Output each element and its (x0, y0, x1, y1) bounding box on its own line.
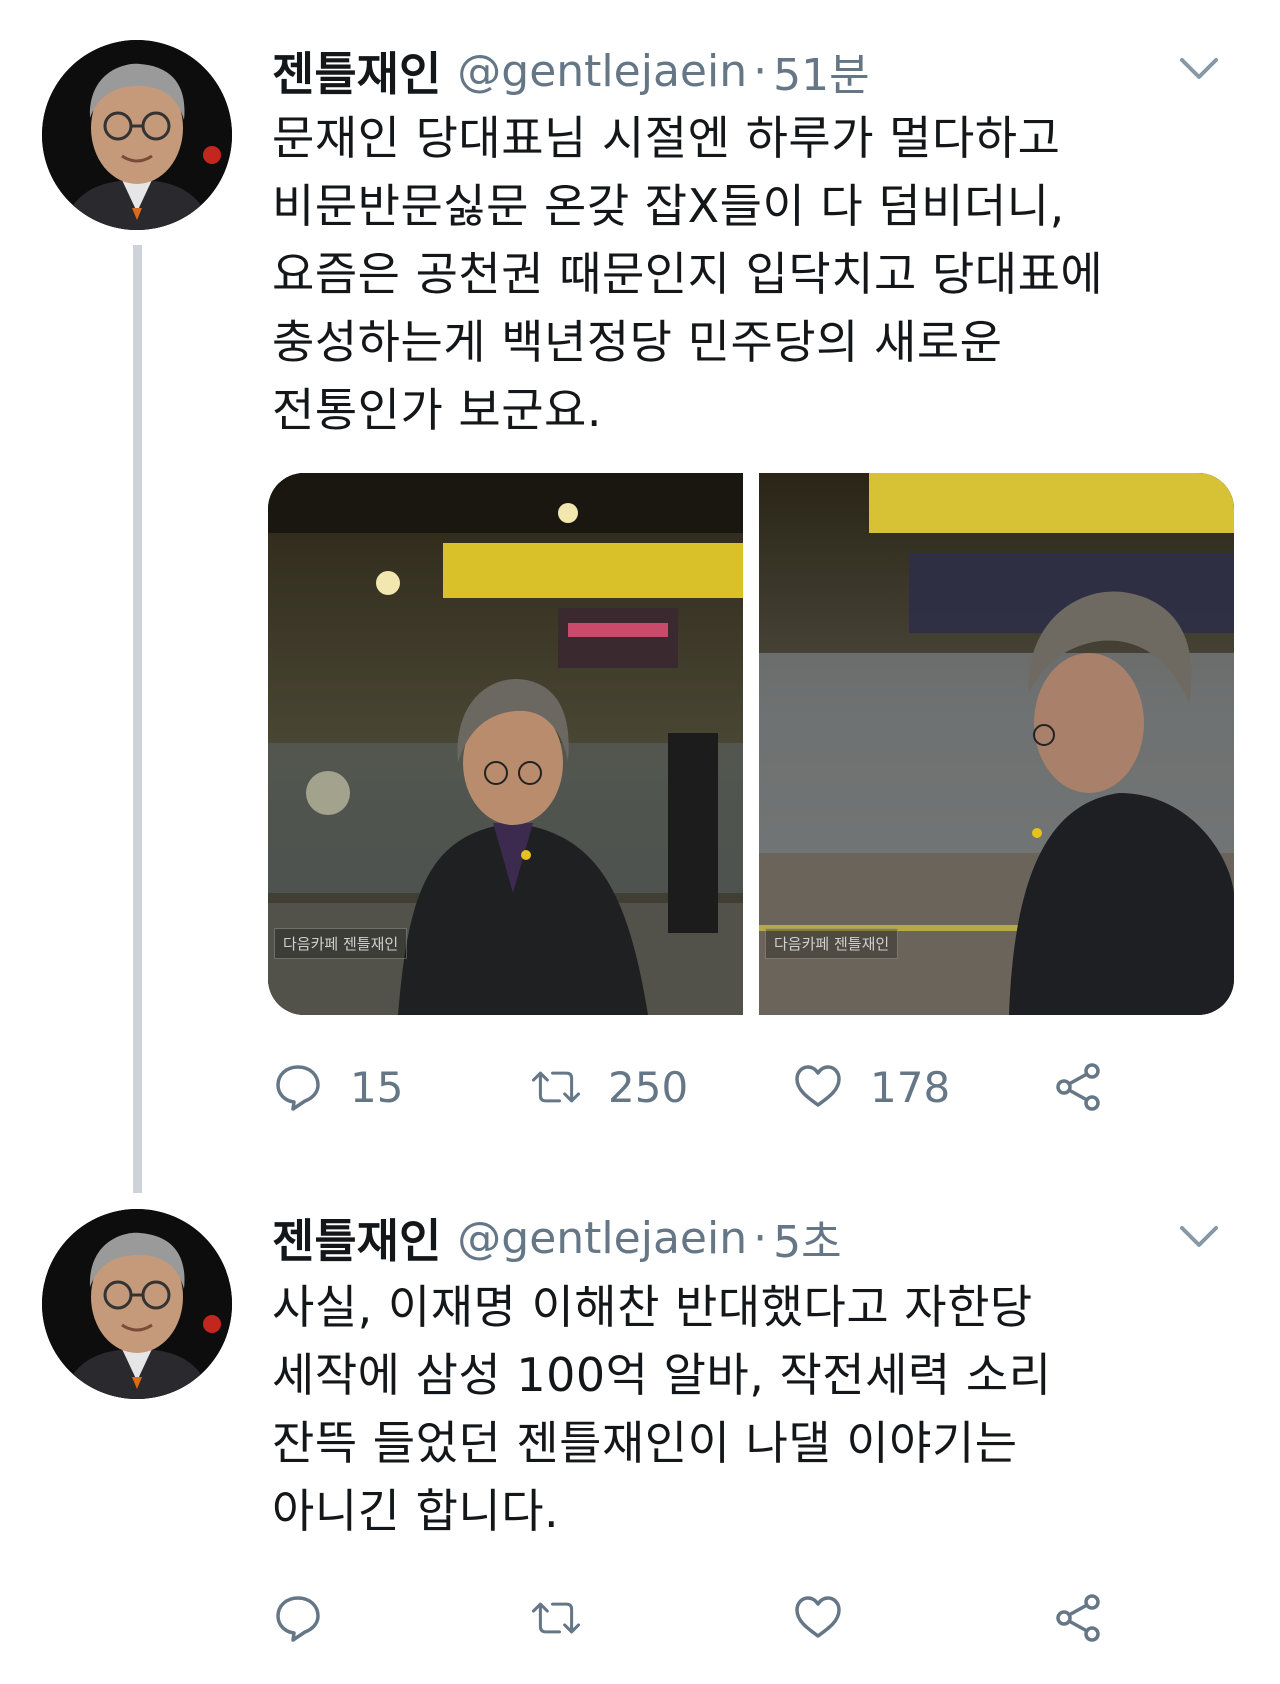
chevron-down-icon[interactable] (1178, 1222, 1220, 1252)
heart-icon (795, 1065, 841, 1107)
tweet[interactable]: 젠틀재인 @gentlejaein · 5초 사실, 이재명 이해찬 반대했다고 자한… (0, 1185, 1280, 1684)
like-button[interactable] (792, 1588, 870, 1648)
display-name[interactable]: 젠틀재인 (272, 1214, 441, 1268)
share-icon (1056, 1063, 1100, 1111)
share-button[interactable] (1052, 1057, 1104, 1117)
chevron-down-icon[interactable] (1178, 54, 1220, 84)
heart-icon (795, 1596, 841, 1638)
timestamp[interactable]: 5초 (773, 1217, 841, 1268)
reply-icon (276, 1065, 320, 1111)
separator-dot: · (753, 1212, 768, 1264)
tweet-actions (272, 1588, 1132, 1648)
retweet-icon (531, 1071, 581, 1103)
display-name[interactable]: 젠틀재인 (272, 47, 441, 101)
tweet-header: 젠틀재인 @gentlejaein · 5초 (272, 1205, 842, 1269)
avatar[interactable] (42, 40, 232, 230)
avatar[interactable] (42, 1209, 232, 1399)
like-button[interactable]: 178 (792, 1057, 950, 1117)
user-handle[interactable]: @gentlejaein (457, 46, 747, 97)
retweet-icon (531, 1602, 581, 1634)
tweet-header: 젠틀재인 @gentlejaein · 51분 (272, 38, 870, 102)
retweet-button[interactable]: 250 (530, 1057, 688, 1117)
share-icon (1056, 1594, 1100, 1642)
retweet-button[interactable] (530, 1588, 608, 1648)
thread-line (133, 245, 142, 1193)
timestamp[interactable]: 51분 (773, 50, 869, 101)
tweet-photo[interactable]: 다음카페 젠틀재인 (759, 473, 1234, 1015)
retweet-count: 250 (608, 1062, 689, 1112)
avatar-image (42, 40, 232, 230)
reply-button[interactable]: 15 (272, 1057, 403, 1117)
user-handle[interactable]: @gentlejaein (457, 1213, 747, 1264)
tweet-actions: 15 250 178 (272, 1057, 1132, 1117)
share-button[interactable] (1052, 1588, 1104, 1648)
tweet-photo[interactable]: 다음카페 젠틀재인 (268, 473, 743, 1015)
reply-count: 15 (350, 1062, 404, 1112)
photo-watermark: 다음카페 젠틀재인 (274, 928, 408, 959)
tweet[interactable]: 젠틀재인 @gentlejaein · 51분 문재인 당대표님 시절엔 하루가 멀다… (0, 0, 1280, 1193)
like-count: 178 (870, 1062, 951, 1112)
tweet-text: 사실, 이재명 이해찬 반대했다고 자한당 세작에 삼성 100억 알바, 작전… (272, 1280, 1052, 1538)
avatar-image (42, 1209, 232, 1399)
reply-button[interactable] (272, 1588, 350, 1648)
reply-icon (276, 1596, 320, 1642)
separator-dot: · (753, 45, 768, 97)
media-grid: 다음카페 젠틀재인 다음카페 젠틀재인 (268, 473, 1234, 1015)
tweet-text: 문재인 당대표님 시절엔 하루가 멀다하고 비문반문싫문 온갖 잡X들이 다 덤… (272, 111, 1104, 437)
photo-watermark: 다음카페 젠틀재인 (765, 928, 899, 959)
